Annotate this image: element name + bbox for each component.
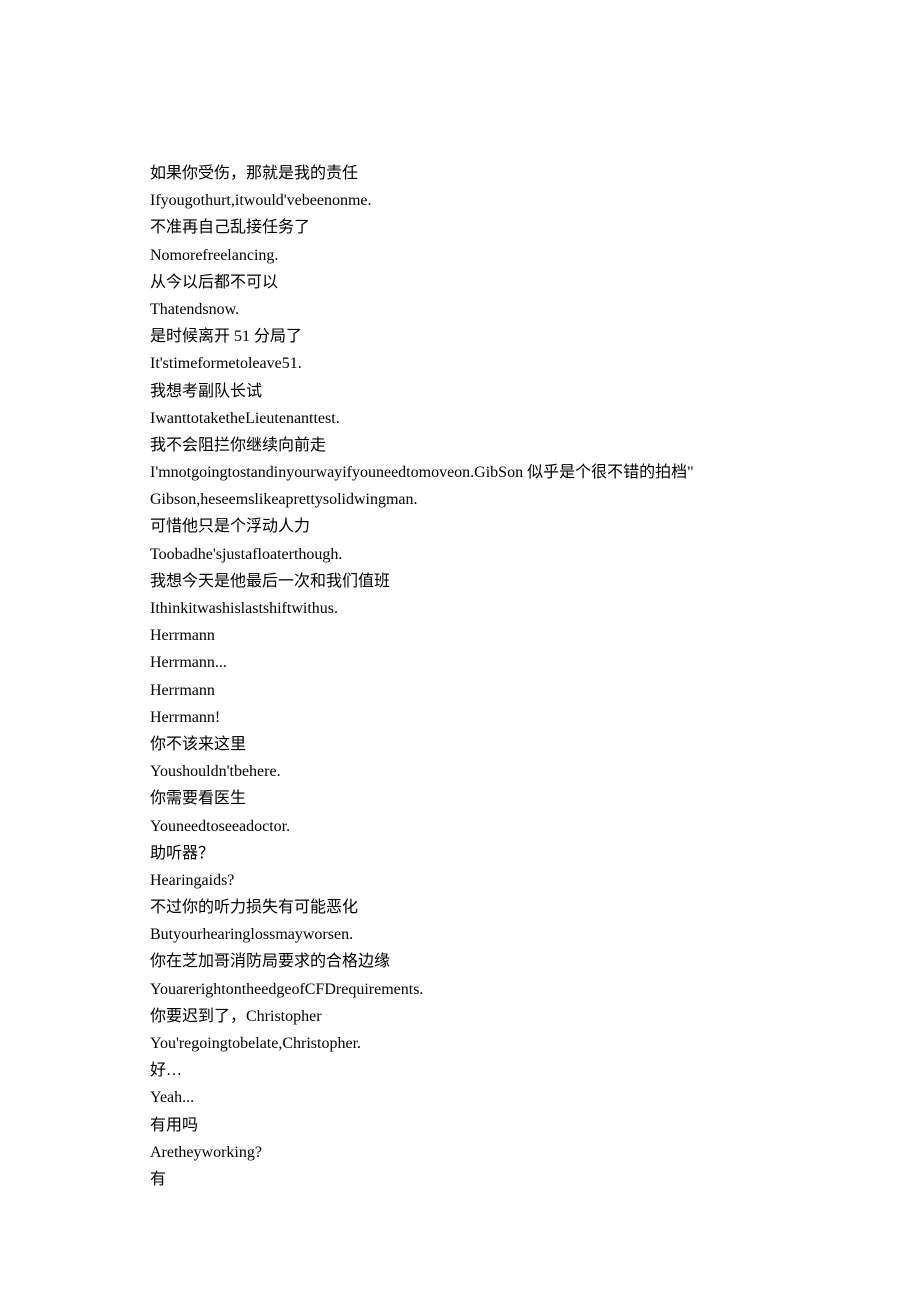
text-line: IwanttotaketheLieutenanttest. [150, 405, 770, 432]
text-line: 不准再自己乱接任务了 [150, 214, 770, 241]
text-line: Ithinkitwashislastshiftwithus. [150, 595, 770, 622]
text-line: Nomorefreelancing. [150, 242, 770, 269]
text-line: Toobadhe'sjustafloaterthough. [150, 541, 770, 568]
text-line: I'mnotgoingtostandinyourwayifyouneedtomo… [150, 459, 770, 486]
document-page: 如果你受伤，那就是我的责任Ifyougothurt,itwould'vebeen… [0, 0, 920, 1313]
text-line: Butyourhearinglossmayworsen. [150, 921, 770, 948]
text-line: 我不会阻拦你继续向前走 [150, 432, 770, 459]
text-line: 从今以后都不可以 [150, 269, 770, 296]
text-line: Hearingaids? [150, 867, 770, 894]
text-line: Aretheyworking? [150, 1139, 770, 1166]
text-line: 可惜他只是个浮动人力 [150, 513, 770, 540]
text-line: 如果你受伤，那就是我的责任 [150, 160, 770, 187]
text-line: Herrmann! [150, 704, 770, 731]
text-line: It'stimeformetoleave51. [150, 350, 770, 377]
text-line: Herrmann [150, 677, 770, 704]
text-line: 好… [150, 1057, 770, 1084]
text-line: Herrmann... [150, 649, 770, 676]
text-line: Youneedtoseeadoctor. [150, 813, 770, 840]
text-line: 你不该来这里 [150, 731, 770, 758]
text-line: 我想今天是他最后一次和我们值班 [150, 568, 770, 595]
text-line: 助听器？ [150, 840, 770, 867]
text-line: YouarerightontheedgeofCFDrequirements. [150, 976, 770, 1003]
text-line: Youshouldn'tbehere. [150, 758, 770, 785]
text-line: 你需要看医生 [150, 785, 770, 812]
text-line: 你要迟到了，Christopher [150, 1003, 770, 1030]
text-line: Herrmann [150, 622, 770, 649]
text-line: 是时候离开 51 分局了 [150, 323, 770, 350]
text-line: 不过你的听力损失有可能恶化 [150, 894, 770, 921]
text-line: You'regoingtobelate,Christopher. [150, 1030, 770, 1057]
text-line: Ifyougothurt,itwould'vebeenonme. [150, 187, 770, 214]
text-line: Thatendsnow. [150, 296, 770, 323]
text-line: Yeah... [150, 1084, 770, 1111]
text-line: 有 [150, 1166, 770, 1193]
text-line: Gibson,heseemslikeaprettysolidwingman. [150, 486, 770, 513]
text-line: 有用吗 [150, 1112, 770, 1139]
text-line: 你在芝加哥消防局要求的合格边缘 [150, 948, 770, 975]
text-line: 我想考副队长试 [150, 378, 770, 405]
document-content: 如果你受伤，那就是我的责任Ifyougothurt,itwould'vebeen… [150, 160, 770, 1193]
